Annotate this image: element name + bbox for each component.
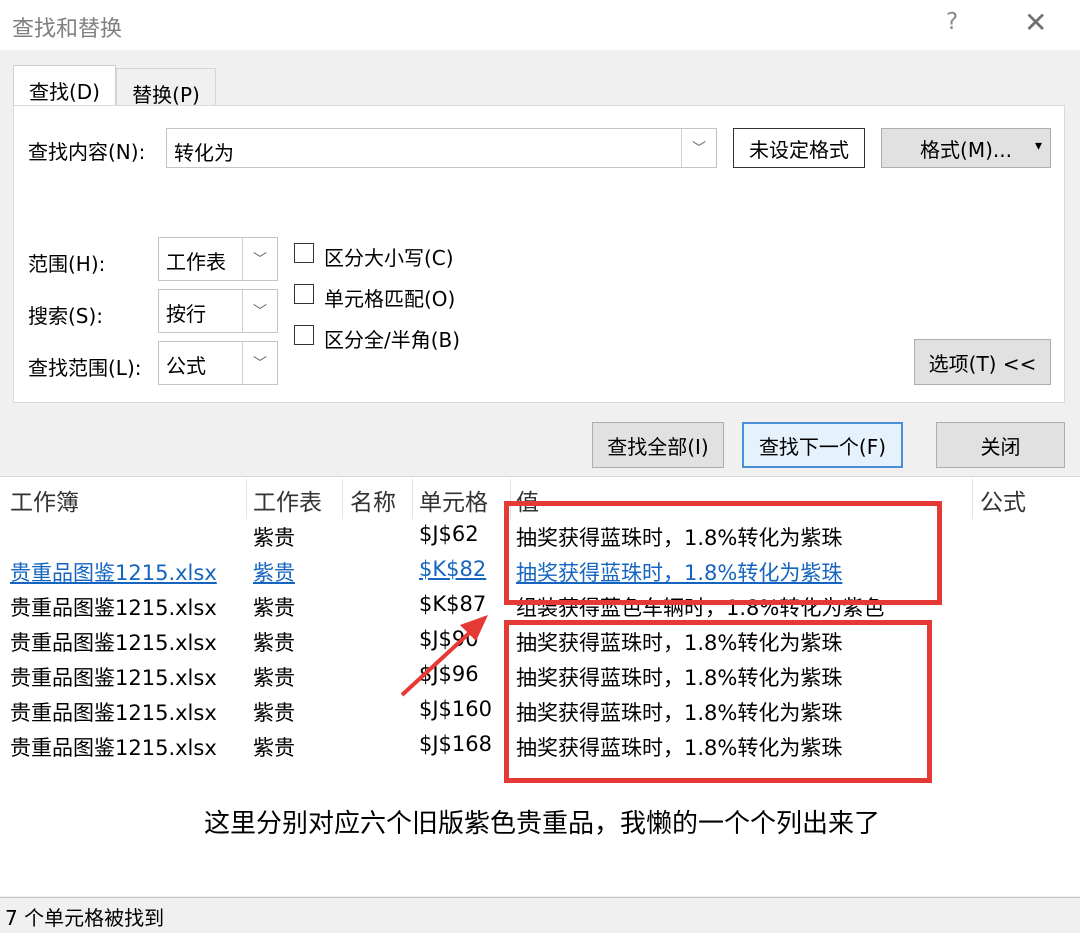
highlight-box: [504, 620, 932, 783]
look-in-value: 公式: [166, 354, 206, 378]
result-workbook[interactable]: 贵重品图鉴1215.xlsx: [10, 592, 217, 622]
format-preview: 未设定格式: [733, 128, 865, 168]
search-value: 按行: [166, 302, 206, 326]
format-button[interactable]: 格式(M)... ▾: [881, 128, 1051, 168]
result-sheet[interactable]: 紫贵: [253, 592, 295, 622]
column-divider[interactable]: [412, 479, 413, 519]
column-header-formula[interactable]: 公式: [980, 483, 1026, 517]
column-header-name[interactable]: 名称: [350, 483, 396, 517]
result-workbook[interactable]: 贵重品图鉴1215.xlsx: [10, 697, 217, 727]
result-workbook[interactable]: 贵重品图鉴1215.xlsx: [10, 557, 217, 587]
help-icon[interactable]: ?: [946, 9, 958, 35]
match-case-checkbox[interactable]: [294, 243, 314, 263]
results-list[interactable]: 工作簿 工作表 名称 单元格 值 公式 紫贵 $J$62 抽奖获得蓝珠时，1.8…: [0, 476, 1080, 896]
find-next-button[interactable]: 查找下一个(F): [742, 422, 903, 468]
options-button[interactable]: 选项(T) <<: [914, 339, 1051, 385]
column-divider[interactable]: [246, 479, 247, 519]
chevron-down-icon[interactable]: ﹀: [242, 238, 277, 280]
tab-find[interactable]: 查找(D): [13, 65, 116, 107]
status-text: 7 个单元格被找到: [5, 906, 165, 930]
search-label: 搜索(S):: [28, 304, 104, 328]
annotation-arrow-icon: [400, 615, 488, 697]
look-in-label: 查找范围(L):: [28, 356, 142, 380]
result-workbook[interactable]: 贵重品图鉴1215.xlsx: [10, 732, 217, 762]
within-label: 范围(H):: [28, 252, 106, 276]
result-sheet[interactable]: 紫贵: [253, 627, 295, 657]
match-byte-checkbox[interactable]: [294, 325, 314, 345]
look-in-select[interactable]: 公式 ﹀: [158, 341, 278, 385]
dropdown-arrow-icon: ▾: [1034, 138, 1042, 154]
result-workbook[interactable]: 贵重品图鉴1215.xlsx: [10, 627, 217, 657]
find-what-input[interactable]: 转化为 ﹀: [166, 128, 717, 168]
find-what-label: 查找内容(N):: [28, 140, 146, 164]
search-select[interactable]: 按行 ﹀: [158, 289, 278, 333]
find-panel: 查找内容(N): 转化为 ﹀ 未设定格式 格式(M)... ▾ 范围(H): 工…: [13, 105, 1065, 403]
column-header-cell[interactable]: 单元格: [419, 483, 488, 517]
match-byte-label: 区分全/半角(B): [324, 328, 461, 352]
result-sheet[interactable]: 紫贵: [253, 557, 295, 587]
highlight-box: [504, 501, 942, 605]
format-button-label: 格式(M)...: [920, 137, 1012, 162]
dialog-title: 查找和替换: [12, 17, 123, 42]
tab-replace[interactable]: 替换(P): [116, 68, 216, 107]
close-icon[interactable]: ✕: [1024, 6, 1047, 39]
chevron-down-icon[interactable]: ﹀: [681, 129, 716, 167]
title-bar: 查找和替换 ? ✕: [0, 0, 1080, 50]
column-divider[interactable]: [972, 479, 973, 519]
find-what-value: 转化为: [174, 141, 234, 165]
match-case-label: 区分大小写(C): [324, 246, 454, 270]
close-button[interactable]: 关闭: [936, 422, 1065, 468]
result-sheet[interactable]: 紫贵: [253, 697, 295, 727]
result-sheet[interactable]: 紫贵: [253, 522, 295, 552]
result-sheet[interactable]: 紫贵: [253, 732, 295, 762]
find-all-button[interactable]: 查找全部(I): [592, 422, 724, 468]
within-value: 工作表: [166, 250, 226, 274]
result-sheet[interactable]: 紫贵: [253, 662, 295, 692]
column-divider[interactable]: [342, 479, 343, 519]
chevron-down-icon[interactable]: ﹀: [242, 342, 277, 384]
within-select[interactable]: 工作表 ﹀: [158, 237, 278, 281]
result-workbook[interactable]: 贵重品图鉴1215.xlsx: [10, 662, 217, 692]
result-cell[interactable]: $J$62: [419, 522, 479, 546]
column-header-sheet[interactable]: 工作表: [253, 483, 322, 517]
match-entire-cell-checkbox[interactable]: [294, 284, 314, 304]
result-cell[interactable]: $J$168: [419, 732, 492, 756]
annotation-text: 这里分别对应六个旧版紫色贵重品，我懒的一个个列出来了: [204, 809, 881, 839]
result-cell[interactable]: $K$82: [419, 557, 486, 581]
match-entire-cell-label: 单元格匹配(O): [324, 287, 456, 311]
column-header-workbook[interactable]: 工作簿: [10, 483, 79, 517]
status-bar: 7 个单元格被找到: [0, 897, 1080, 933]
chevron-down-icon[interactable]: ﹀: [242, 290, 277, 332]
